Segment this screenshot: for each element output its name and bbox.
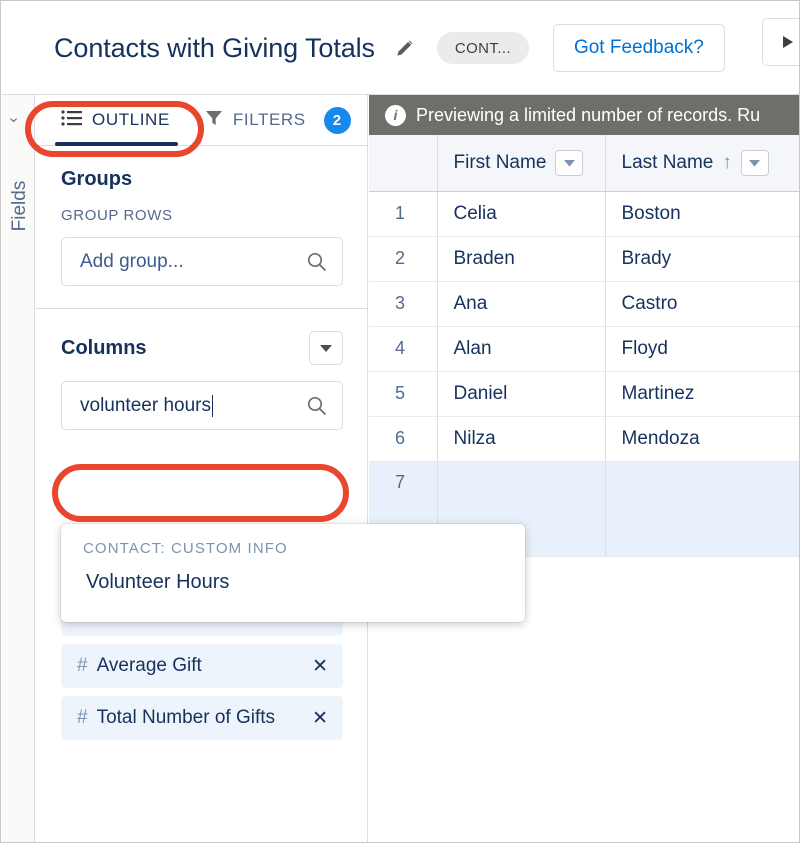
table-row[interactable]: 4 Alan Floyd bbox=[369, 326, 799, 372]
row-number-header bbox=[369, 135, 438, 192]
column-chip-label: Total Number of Gifts bbox=[96, 707, 276, 728]
cell-last-name: Martinez bbox=[605, 371, 799, 417]
fields-rail[interactable]: › Fields bbox=[2, 95, 35, 842]
chevron-down-icon[interactable] bbox=[740, 149, 769, 176]
close-icon[interactable]: ✕ bbox=[312, 657, 328, 676]
columns-search-value: volunteer hours bbox=[80, 394, 211, 416]
table-row[interactable]: 5 Daniel Martinez bbox=[369, 371, 799, 417]
cell-first-name: Nilza bbox=[437, 416, 606, 462]
table-row[interactable]: 6 Nilza Mendoza bbox=[369, 416, 799, 462]
numeric-prefix: # bbox=[77, 655, 88, 676]
groups-title: Groups bbox=[61, 168, 133, 190]
table-header-row: First Name Last Name ↑ bbox=[369, 135, 799, 192]
tab-outline[interactable]: OUTLINE bbox=[35, 95, 178, 146]
fields-rail-label: Fields bbox=[9, 180, 30, 232]
column-header-first-name[interactable]: First Name bbox=[437, 135, 606, 192]
cell-first-name: Alan bbox=[437, 326, 606, 372]
table-row[interactable]: 1 Celia Boston bbox=[369, 191, 799, 237]
table-row[interactable]: 2 Braden Brady bbox=[369, 236, 799, 282]
add-group-input[interactable]: Add group... bbox=[61, 237, 343, 286]
pencil-icon[interactable] bbox=[393, 36, 417, 60]
panel-tabs: OUTLINE FILTERS 2 bbox=[35, 95, 367, 146]
app-header: Contacts with Giving Totals CONT... Got … bbox=[2, 2, 799, 95]
columns-section: Columns volunteer hours bbox=[35, 309, 367, 430]
outline-panel: OUTLINE FILTERS 2 Groups GROUP ROWS Add … bbox=[35, 95, 368, 842]
cell-last-name bbox=[605, 461, 799, 557]
text-cursor bbox=[211, 394, 213, 417]
preview-table: First Name Last Name ↑ 1 Celia Boston 2 … bbox=[369, 135, 799, 557]
cell-last-name: Mendoza bbox=[605, 416, 799, 462]
caret-icon bbox=[783, 36, 793, 48]
row-number: 6 bbox=[369, 416, 438, 462]
row-number: 4 bbox=[369, 326, 438, 372]
search-icon bbox=[306, 251, 328, 273]
funnel-icon bbox=[204, 108, 224, 133]
autocomplete-option-volunteer-hours[interactable]: Volunteer Hours bbox=[61, 557, 525, 594]
row-number: 2 bbox=[369, 236, 438, 282]
header-overflow-button[interactable] bbox=[762, 18, 799, 66]
columns-autocomplete-dropdown: CONTACT: CUSTOM INFO Volunteer Hours bbox=[61, 524, 525, 622]
preview-banner-text: Previewing a limited number of records. … bbox=[416, 104, 761, 125]
autocomplete-group-header: CONTACT: CUSTOM INFO bbox=[83, 540, 288, 557]
column-header-label: First Name bbox=[453, 151, 547, 173]
table-row[interactable]: 3 Ana Castro bbox=[369, 281, 799, 327]
close-icon[interactable]: ✕ bbox=[312, 709, 328, 728]
table-body: 1 Celia Boston 2 Braden Brady 3 Ana Cast… bbox=[369, 191, 799, 557]
cell-first-name: Ana bbox=[437, 281, 606, 327]
cell-last-name: Boston bbox=[605, 191, 799, 237]
cell-first-name: Braden bbox=[437, 236, 606, 282]
cell-last-name: Floyd bbox=[605, 326, 799, 372]
report-builder-window: Contacts with Giving Totals CONT... Got … bbox=[0, 0, 800, 843]
cell-last-name: Brady bbox=[605, 236, 799, 282]
cell-first-name: Daniel bbox=[437, 371, 606, 417]
object-pill[interactable]: CONT... bbox=[436, 32, 529, 64]
row-number: 5 bbox=[369, 371, 438, 417]
numeric-prefix: # bbox=[77, 707, 88, 728]
group-rows-label: GROUP ROWS bbox=[61, 207, 173, 224]
preview-banner: i Previewing a limited number of records… bbox=[369, 95, 799, 135]
info-icon: i bbox=[385, 104, 406, 126]
columns-search-input[interactable]: volunteer hours bbox=[61, 381, 343, 430]
report-preview: i Previewing a limited number of records… bbox=[369, 95, 799, 842]
column-chip[interactable]: # Total Number of Gifts ✕ bbox=[61, 696, 343, 740]
chevron-right-icon: › bbox=[5, 117, 23, 123]
search-icon bbox=[306, 395, 328, 417]
got-feedback-button[interactable]: Got Feedback? bbox=[552, 24, 725, 72]
column-chip-label: Average Gift bbox=[96, 655, 202, 676]
filters-count-badge: 2 bbox=[323, 106, 351, 134]
column-header-label: Last Name bbox=[621, 151, 714, 173]
tab-outline-label: OUTLINE bbox=[92, 110, 170, 129]
column-header-last-name[interactable]: Last Name ↑ bbox=[605, 135, 799, 192]
add-group-placeholder: Add group... bbox=[80, 250, 184, 272]
columns-title: Columns bbox=[61, 336, 147, 359]
cell-last-name: Castro bbox=[605, 281, 799, 327]
chevron-down-icon bbox=[320, 345, 332, 352]
list-icon bbox=[61, 109, 83, 132]
row-number: 3 bbox=[369, 281, 438, 327]
cell-first-name: Celia bbox=[437, 191, 606, 237]
columns-menu-button[interactable] bbox=[309, 331, 343, 365]
row-number: 1 bbox=[369, 191, 438, 237]
page-title: Contacts with Giving Totals bbox=[54, 32, 375, 63]
chevron-down-icon[interactable] bbox=[555, 149, 584, 176]
sort-ascending-icon[interactable]: ↑ bbox=[722, 152, 732, 174]
tab-filters[interactable]: FILTERS 2 bbox=[170, 95, 351, 146]
tab-filters-label: FILTERS bbox=[232, 110, 306, 129]
column-chip[interactable]: # Average Gift ✕ bbox=[61, 644, 343, 688]
groups-section: Groups GROUP ROWS Add group... bbox=[35, 146, 367, 309]
